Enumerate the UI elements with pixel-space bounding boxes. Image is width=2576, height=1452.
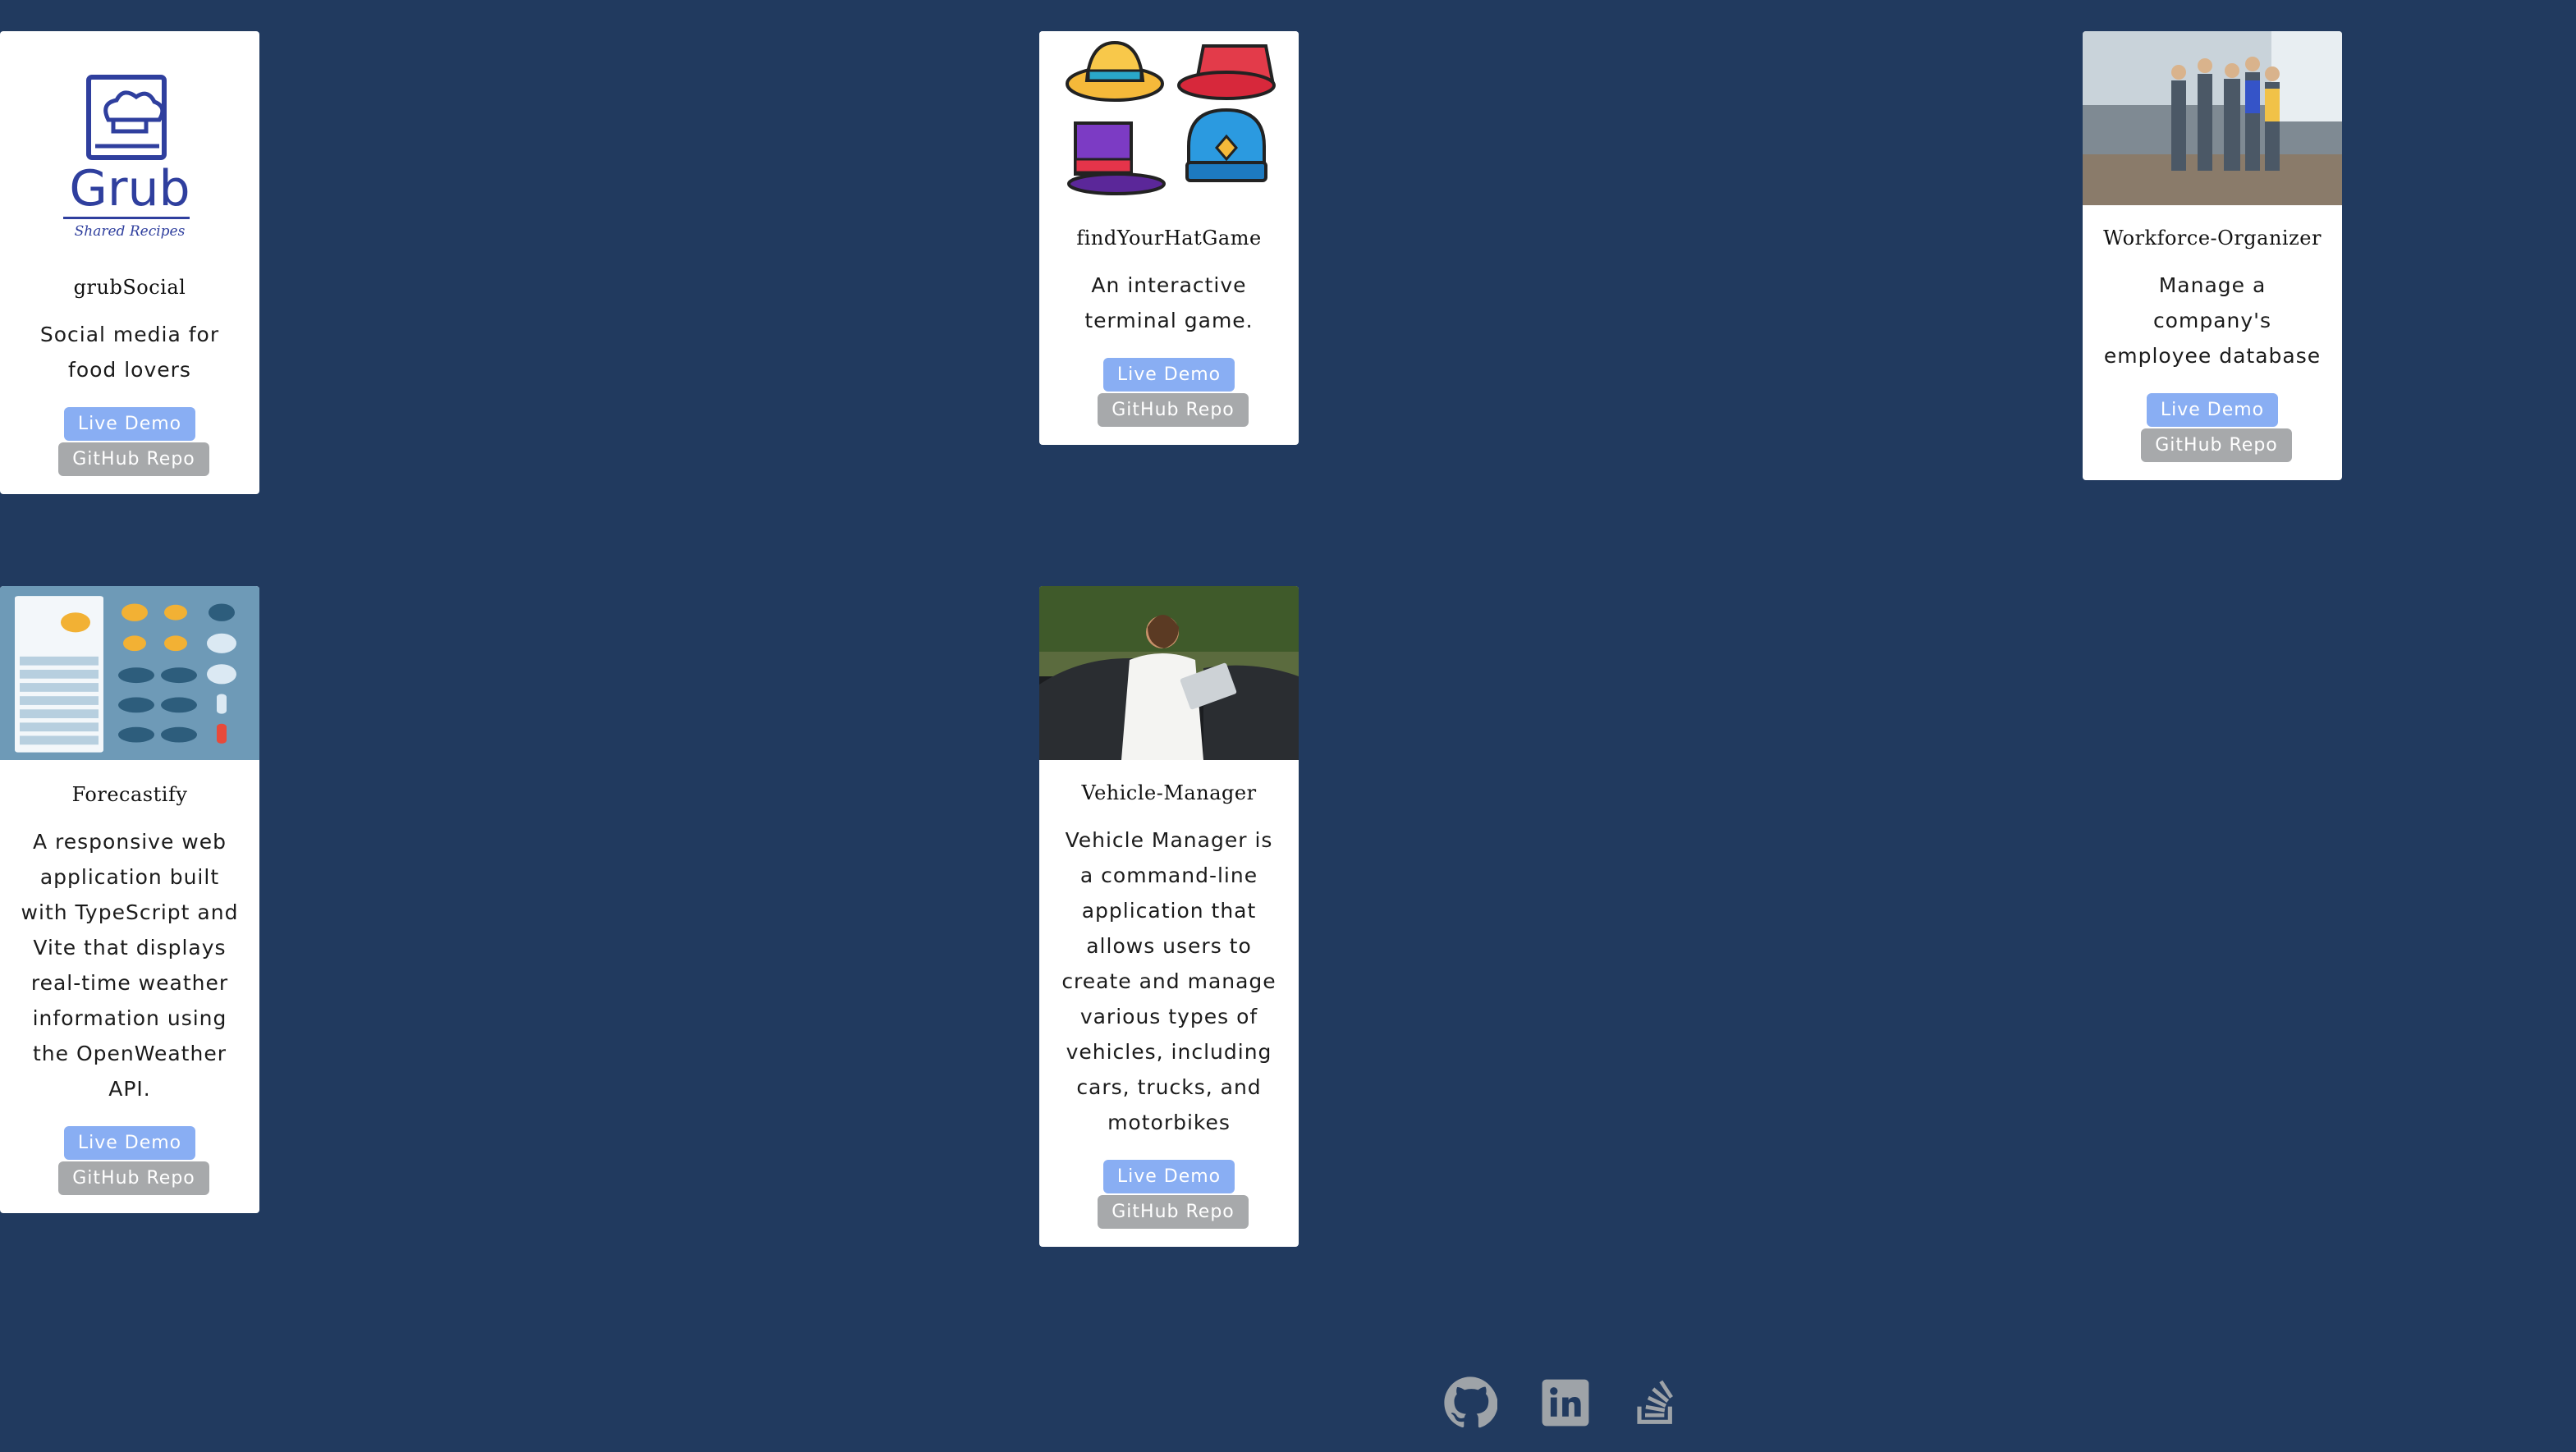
project-card-grubsocial: Grub Shared Recipes grubSocial Social me… <box>0 31 259 494</box>
project-card-vehicle-manager: Vehicle-Manager Vehicle Manager is a com… <box>1039 586 1299 1247</box>
live-demo-button[interactable]: Live Demo <box>1102 1160 1235 1193</box>
live-demo-button[interactable]: Live Demo <box>63 1126 196 1160</box>
project-description: Vehicle Manager is a command-line applic… <box>1061 828 1277 1134</box>
man-with-laptop-photo <box>1039 586 1299 760</box>
github-repo-button[interactable]: GitHub Repo <box>1098 1195 1249 1229</box>
project-title: Forecastify <box>71 783 188 806</box>
stackoverflow-icon[interactable] <box>1634 1378 1680 1427</box>
logo-tagline: Shared Recipes <box>74 223 186 240</box>
logo-wordmark: Grub <box>69 160 190 218</box>
github-repo-button[interactable]: GitHub Repo <box>1098 393 1249 427</box>
github-repo-button[interactable]: GitHub Repo <box>58 442 209 476</box>
project-card-forecastify: Forecastify A responsive web application… <box>0 586 259 1213</box>
project-description: An interactive terminal game. <box>1084 273 1254 332</box>
team-photo <box>2083 31 2342 205</box>
grub-logo: Grub Shared Recipes <box>0 31 259 240</box>
live-demo-button[interactable]: Live Demo <box>63 407 196 441</box>
project-description: Social media for food lovers <box>39 323 220 382</box>
hats-illustration <box>1039 31 1299 205</box>
project-title: Workforce-Organizer <box>2103 227 2322 250</box>
footer-social-links <box>1443 1376 1680 1430</box>
github-repo-button[interactable]: GitHub Repo <box>58 1161 209 1195</box>
project-title: Vehicle-Manager <box>1081 781 1257 804</box>
live-demo-button[interactable]: Live Demo <box>1102 358 1235 392</box>
project-description: A responsive web application built with … <box>21 830 239 1101</box>
github-repo-button[interactable]: GitHub Repo <box>2141 428 2292 462</box>
project-description: Manage a company's employee database <box>2103 273 2322 368</box>
logo-underline <box>63 217 190 219</box>
project-title: grubSocial <box>73 276 186 299</box>
weather-icons-illustration <box>0 586 259 760</box>
live-demo-button[interactable]: Live Demo <box>2146 393 2279 427</box>
project-title: findYourHatGame <box>1076 227 1262 250</box>
linkedin-icon[interactable] <box>1540 1377 1591 1428</box>
project-card-findyourhatgame: findYourHatGame An interactive terminal … <box>1039 31 1299 445</box>
github-icon[interactable] <box>1443 1376 1497 1430</box>
project-card-workforce-organizer: Workforce-Organizer Manage a company's e… <box>2083 31 2342 480</box>
